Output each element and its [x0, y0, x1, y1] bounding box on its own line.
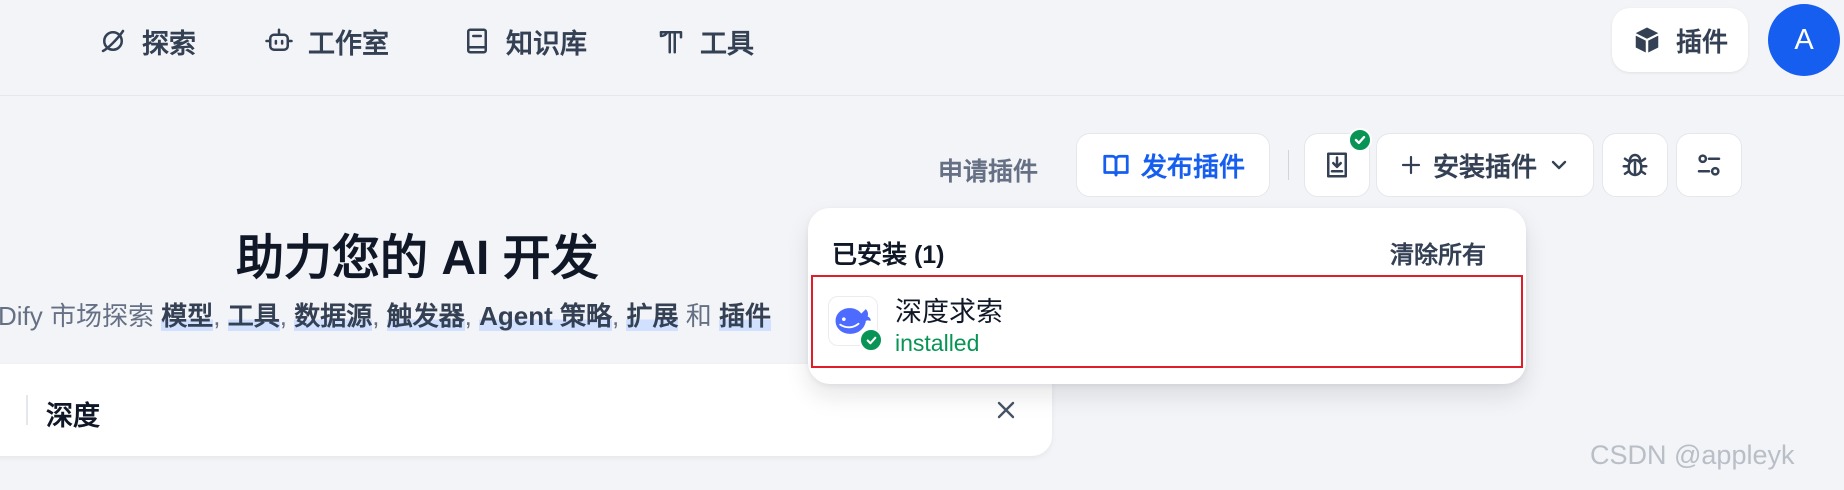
nav-item-explore[interactable]: 探索 [98, 20, 196, 62]
hero-subtitle-prefix: Dify 市场探索 [0, 301, 155, 331]
avatar[interactable]: A [1768, 4, 1840, 76]
hero-title: 助力您的 AI 开发 [236, 232, 599, 285]
publish-plugin-label: 发布插件 [1140, 151, 1245, 182]
category-triggers: 触发器 [386, 301, 465, 331]
plugin-name: 深度求索 [895, 297, 1003, 327]
toolbar-divider [1288, 150, 1289, 180]
download-box-icon [1327, 152, 1347, 178]
category-datasources: 数据源 [294, 301, 373, 331]
clear-all-button[interactable]: 清除所有 [1390, 235, 1486, 270]
search-separator [26, 395, 28, 425]
publish-plugin-button[interactable]: 发布插件 [1076, 133, 1270, 197]
open-book-icon [1103, 154, 1129, 177]
category-agent-strategies: Agent 策略 [479, 301, 613, 331]
nav-item-label: 探索 [142, 28, 196, 59]
plugin-installed-badge [859, 328, 883, 352]
nav-item-label: 工作室 [308, 28, 389, 59]
hammer-icon [659, 31, 683, 54]
planet-icon [101, 29, 125, 53]
category-plugins: 插件 [718, 301, 771, 331]
cube-icon [1635, 27, 1659, 53]
apply-plugin-link[interactable]: 申请插件 [938, 152, 1038, 188]
nav-item-knowledge[interactable]: 知识库 [462, 20, 587, 62]
nav-item-tools[interactable]: 工具 [656, 20, 754, 62]
install-plugin-button[interactable]: 安装插件 [1376, 133, 1594, 197]
hero-subtitle: Dify 市场探索 模型, 工具, 数据源, 触发器, Agent 策略, 扩展… [0, 301, 771, 331]
plus-icon [1401, 155, 1421, 175]
robot-icon [265, 28, 293, 51]
book-icon [467, 28, 487, 54]
plugins-button[interactable]: 插件 [1612, 8, 1748, 72]
nav-item-studio[interactable]: 工作室 [264, 20, 389, 62]
close-icon [997, 401, 1015, 419]
nav-item-label: 工具 [700, 28, 754, 59]
debug-button[interactable] [1602, 133, 1668, 197]
search-input[interactable]: 深度 [46, 394, 100, 433]
plugins-button-label: 插件 [1675, 26, 1728, 57]
installed-count-title: 已安装 (1) [832, 241, 945, 269]
top-navigation-bar: 探索 工作室 知识库 工具 插件 A [0, 0, 1844, 96]
settings-button[interactable] [1676, 133, 1742, 197]
sliders-icon [1697, 154, 1721, 176]
chevron-down-icon [1551, 160, 1567, 170]
nav-item-label: 知识库 [506, 28, 587, 59]
category-models: 模型 [161, 301, 214, 331]
plugin-status: installed [895, 330, 980, 356]
avatar-initial: A [1794, 23, 1814, 56]
check-icon [866, 336, 876, 344]
hero-subtitle-and: 和 [685, 301, 712, 331]
check-icon [1354, 135, 1366, 145]
search-clear-button[interactable] [990, 394, 1022, 426]
bug-icon [1622, 153, 1648, 177]
category-extensions: 扩展 [626, 301, 679, 331]
category-tools: 工具 [227, 301, 280, 331]
install-plugin-label: 安装插件 [1432, 151, 1537, 182]
install-success-badge [1348, 128, 1372, 152]
watermark: CSDN @appleyk [1590, 440, 1795, 470]
